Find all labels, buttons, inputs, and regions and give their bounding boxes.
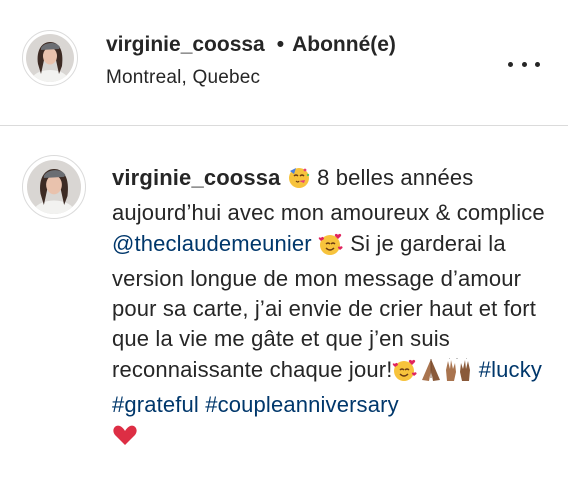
caption-avatar[interactable] [27, 160, 81, 214]
caption-text: virginie_coossa 8 belles années aujourd’… [112, 163, 552, 456]
caption-username[interactable]: virginie_coossa [112, 165, 281, 190]
red-heart-emoji [112, 423, 138, 455]
dot [508, 61, 513, 67]
avatar[interactable] [26, 34, 74, 82]
hashtag-link[interactable]: #coupleanniversary [205, 392, 398, 417]
header-username[interactable]: virginie_coossa [106, 33, 265, 57]
more-options-icon[interactable] [508, 52, 540, 76]
follow-status-button[interactable]: Abonné(e) [292, 33, 396, 57]
dot [535, 61, 540, 67]
hashtag-link[interactable]: #grateful [112, 392, 199, 417]
folded-hands-emoji [418, 358, 444, 390]
location-link[interactable]: Montreal, Quebec [106, 67, 260, 89]
raising-hands-emoji [444, 357, 472, 390]
separator-dot: • [276, 33, 285, 56]
smiling-face-with-hearts-emoji [318, 232, 344, 264]
post-header: virginie_coossa • Abonné(e) Montreal, Qu… [0, 0, 568, 126]
header-user-line: virginie_coossa • Abonné(e) [106, 33, 396, 57]
smiling-face-with-hearts-emoji [392, 358, 418, 390]
party-face-emoji [287, 166, 311, 198]
hashtag-link[interactable]: #lucky [479, 357, 542, 382]
mention-link[interactable]: @theclaudemeunier [112, 231, 312, 256]
dot [521, 61, 527, 67]
